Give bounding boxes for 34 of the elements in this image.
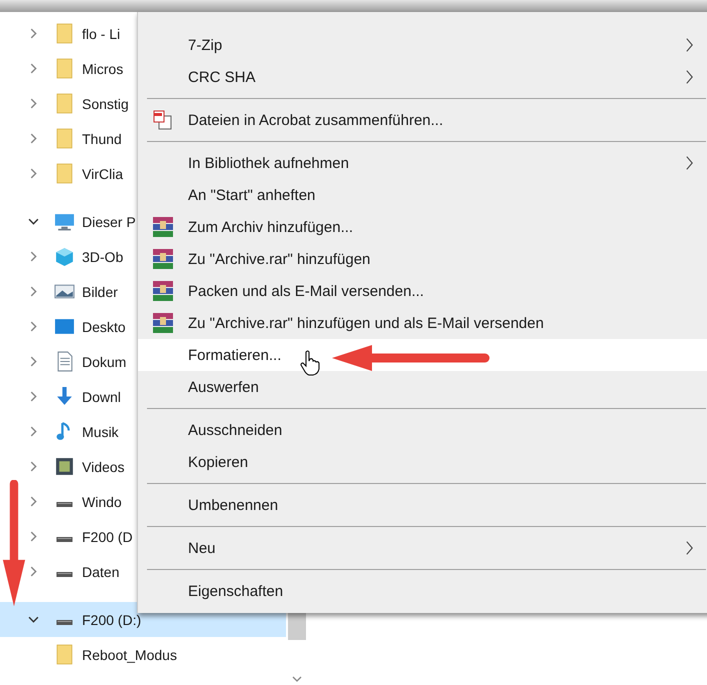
- menu-label: Zu "Archive.rar" hinzufügen: [188, 250, 370, 268]
- tree-label: Videos: [82, 458, 125, 474]
- tree-label: Sonstig: [82, 96, 129, 112]
- tree-label: Dokum: [82, 354, 126, 370]
- tree-label: Daten: [82, 564, 120, 580]
- tree-label: 3D-Ob: [82, 248, 124, 264]
- tree-label: Thund: [82, 130, 122, 146]
- tree-label: Dieser P: [82, 214, 136, 230]
- menu-label: CRC SHA: [188, 68, 256, 86]
- menu-label: Ausschneiden: [188, 422, 282, 438]
- tree-label: flo - Li: [82, 26, 120, 42]
- menu-label: Packen und als E-Mail versenden...: [188, 282, 424, 300]
- tree-label: Micros: [82, 60, 124, 76]
- menu-label: 7-Zip: [188, 36, 222, 54]
- tree-label: F200 (D: [82, 528, 133, 544]
- menu-label: Kopieren: [188, 454, 248, 470]
- menu-label: Neu: [188, 540, 216, 556]
- menu-label: Formatieren...: [188, 346, 282, 364]
- menu-label: Dateien in Acrobat zusammenführen...: [188, 112, 444, 128]
- tree-label: Downl: [82, 388, 121, 404]
- tree-label: F200 (D:): [82, 612, 142, 628]
- tree-label: VirClia: [82, 166, 123, 182]
- tree-label: Reboot_Modus: [82, 646, 177, 662]
- menu-label: Umbenennen: [188, 496, 278, 514]
- menu-label: Zu "Archive.rar" hinzufügen und als E-Mail versenden: [188, 314, 544, 332]
- menu-label: Zum Archiv hinzufügen...: [188, 218, 354, 236]
- menu-label: Eigenschaften: [188, 582, 284, 600]
- menu-label: An "Start" anheften: [188, 186, 316, 204]
- tree-label: Musik: [82, 424, 119, 440]
- menu-label: In Bibliothek aufnehmen: [188, 154, 349, 172]
- tree-label: Deskto: [82, 318, 126, 334]
- tree-label: Bilder: [82, 284, 118, 300]
- menu-label: Auswerfen: [188, 378, 259, 396]
- tree-label: Windo: [82, 494, 122, 510]
